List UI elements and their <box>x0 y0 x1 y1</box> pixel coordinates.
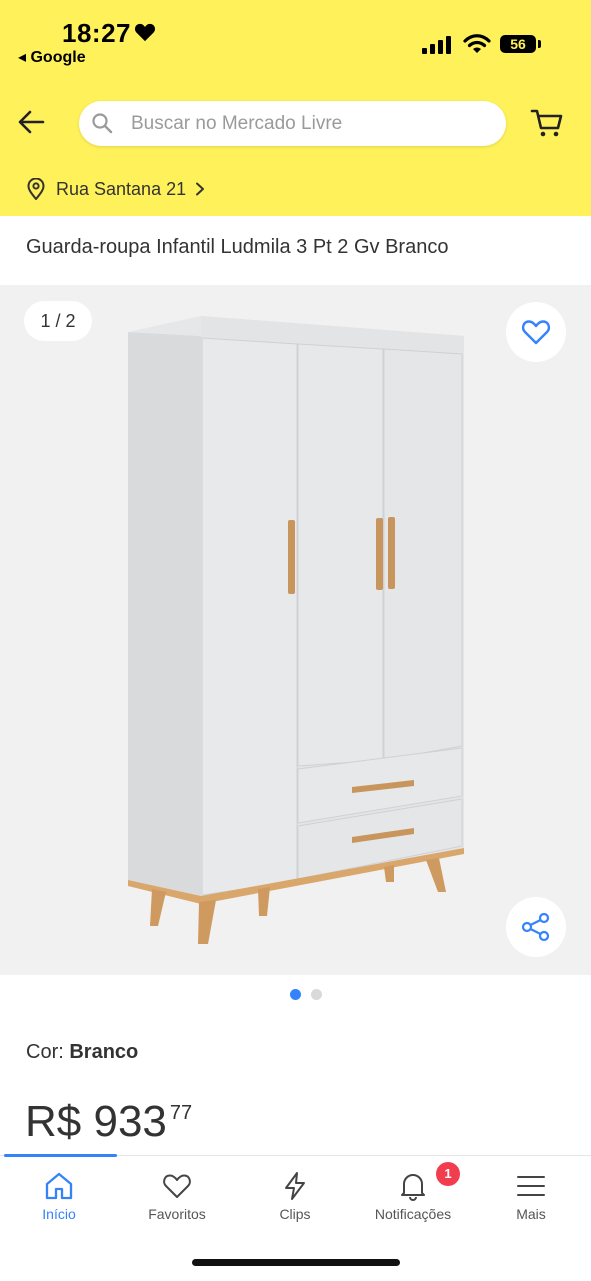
tab-label: Início <box>42 1206 76 1222</box>
status-bar: 18:27 ◂ Google 56 <box>0 0 591 80</box>
search-icon <box>92 113 113 134</box>
favorite-button[interactable] <box>506 302 566 362</box>
home-indicator <box>192 1259 400 1266</box>
share-icon <box>521 912 550 942</box>
bell-icon <box>401 1174 425 1201</box>
tab-favoritos[interactable]: Favoritos <box>118 1170 236 1222</box>
heart-icon <box>521 320 551 345</box>
product-image[interactable] <box>126 314 466 946</box>
share-button[interactable] <box>506 897 566 957</box>
location-text: Rua Santana 21 <box>56 178 187 199</box>
battery-cap <box>538 40 541 48</box>
tab-label: Favoritos <box>148 1206 206 1222</box>
price: R$ 933 77 <box>25 1094 192 1150</box>
tab-clips[interactable]: Clips <box>236 1170 354 1222</box>
heart-status-icon <box>134 23 156 42</box>
tab-mais[interactable]: Mais <box>472 1170 590 1222</box>
menu-icon <box>517 1176 545 1196</box>
location-pin-icon <box>27 178 45 200</box>
tab-inicio[interactable]: Início <box>0 1170 118 1222</box>
clock: 18:27 <box>62 18 131 48</box>
gallery-counter: 1 / 2 <box>24 301 92 341</box>
wifi-icon <box>463 34 491 53</box>
search-bar[interactable] <box>79 101 506 146</box>
tab-label: Notificações <box>374 1206 452 1222</box>
gallery-pagination <box>290 989 324 1001</box>
back-to-app-link[interactable]: ◂ Google <box>18 47 86 67</box>
color-label: Cor: <box>26 1041 64 1063</box>
pagination-dot[interactable] <box>311 989 322 1000</box>
price-cents: 77 <box>169 1102 193 1124</box>
cellular-signal-icon <box>422 36 451 54</box>
notification-badge: 1 <box>436 1162 460 1186</box>
lightning-icon <box>285 1172 305 1200</box>
delivery-location[interactable]: Rua Santana 21 <box>26 175 206 203</box>
pagination-dot-active[interactable] <box>290 989 301 1000</box>
price-main: R$ 933 <box>25 1097 167 1146</box>
back-arrow-icon[interactable] <box>16 106 48 138</box>
active-tab-indicator <box>4 1154 117 1157</box>
tab-label: Clips <box>279 1206 311 1222</box>
color-selector: Cor: Branco <box>26 1041 138 1064</box>
cart-icon[interactable] <box>530 106 564 140</box>
tab-label: Mais <box>516 1206 546 1222</box>
product-title: Guarda-roupa Infantil Ludmila 3 Pt 2 Gv … <box>26 236 449 258</box>
chevron-right-icon <box>196 182 205 196</box>
battery-icon: 56 <box>500 35 536 53</box>
home-icon <box>45 1172 73 1200</box>
search-input[interactable] <box>131 101 491 146</box>
heart-icon <box>163 1174 191 1198</box>
color-value: Branco <box>69 1041 139 1063</box>
